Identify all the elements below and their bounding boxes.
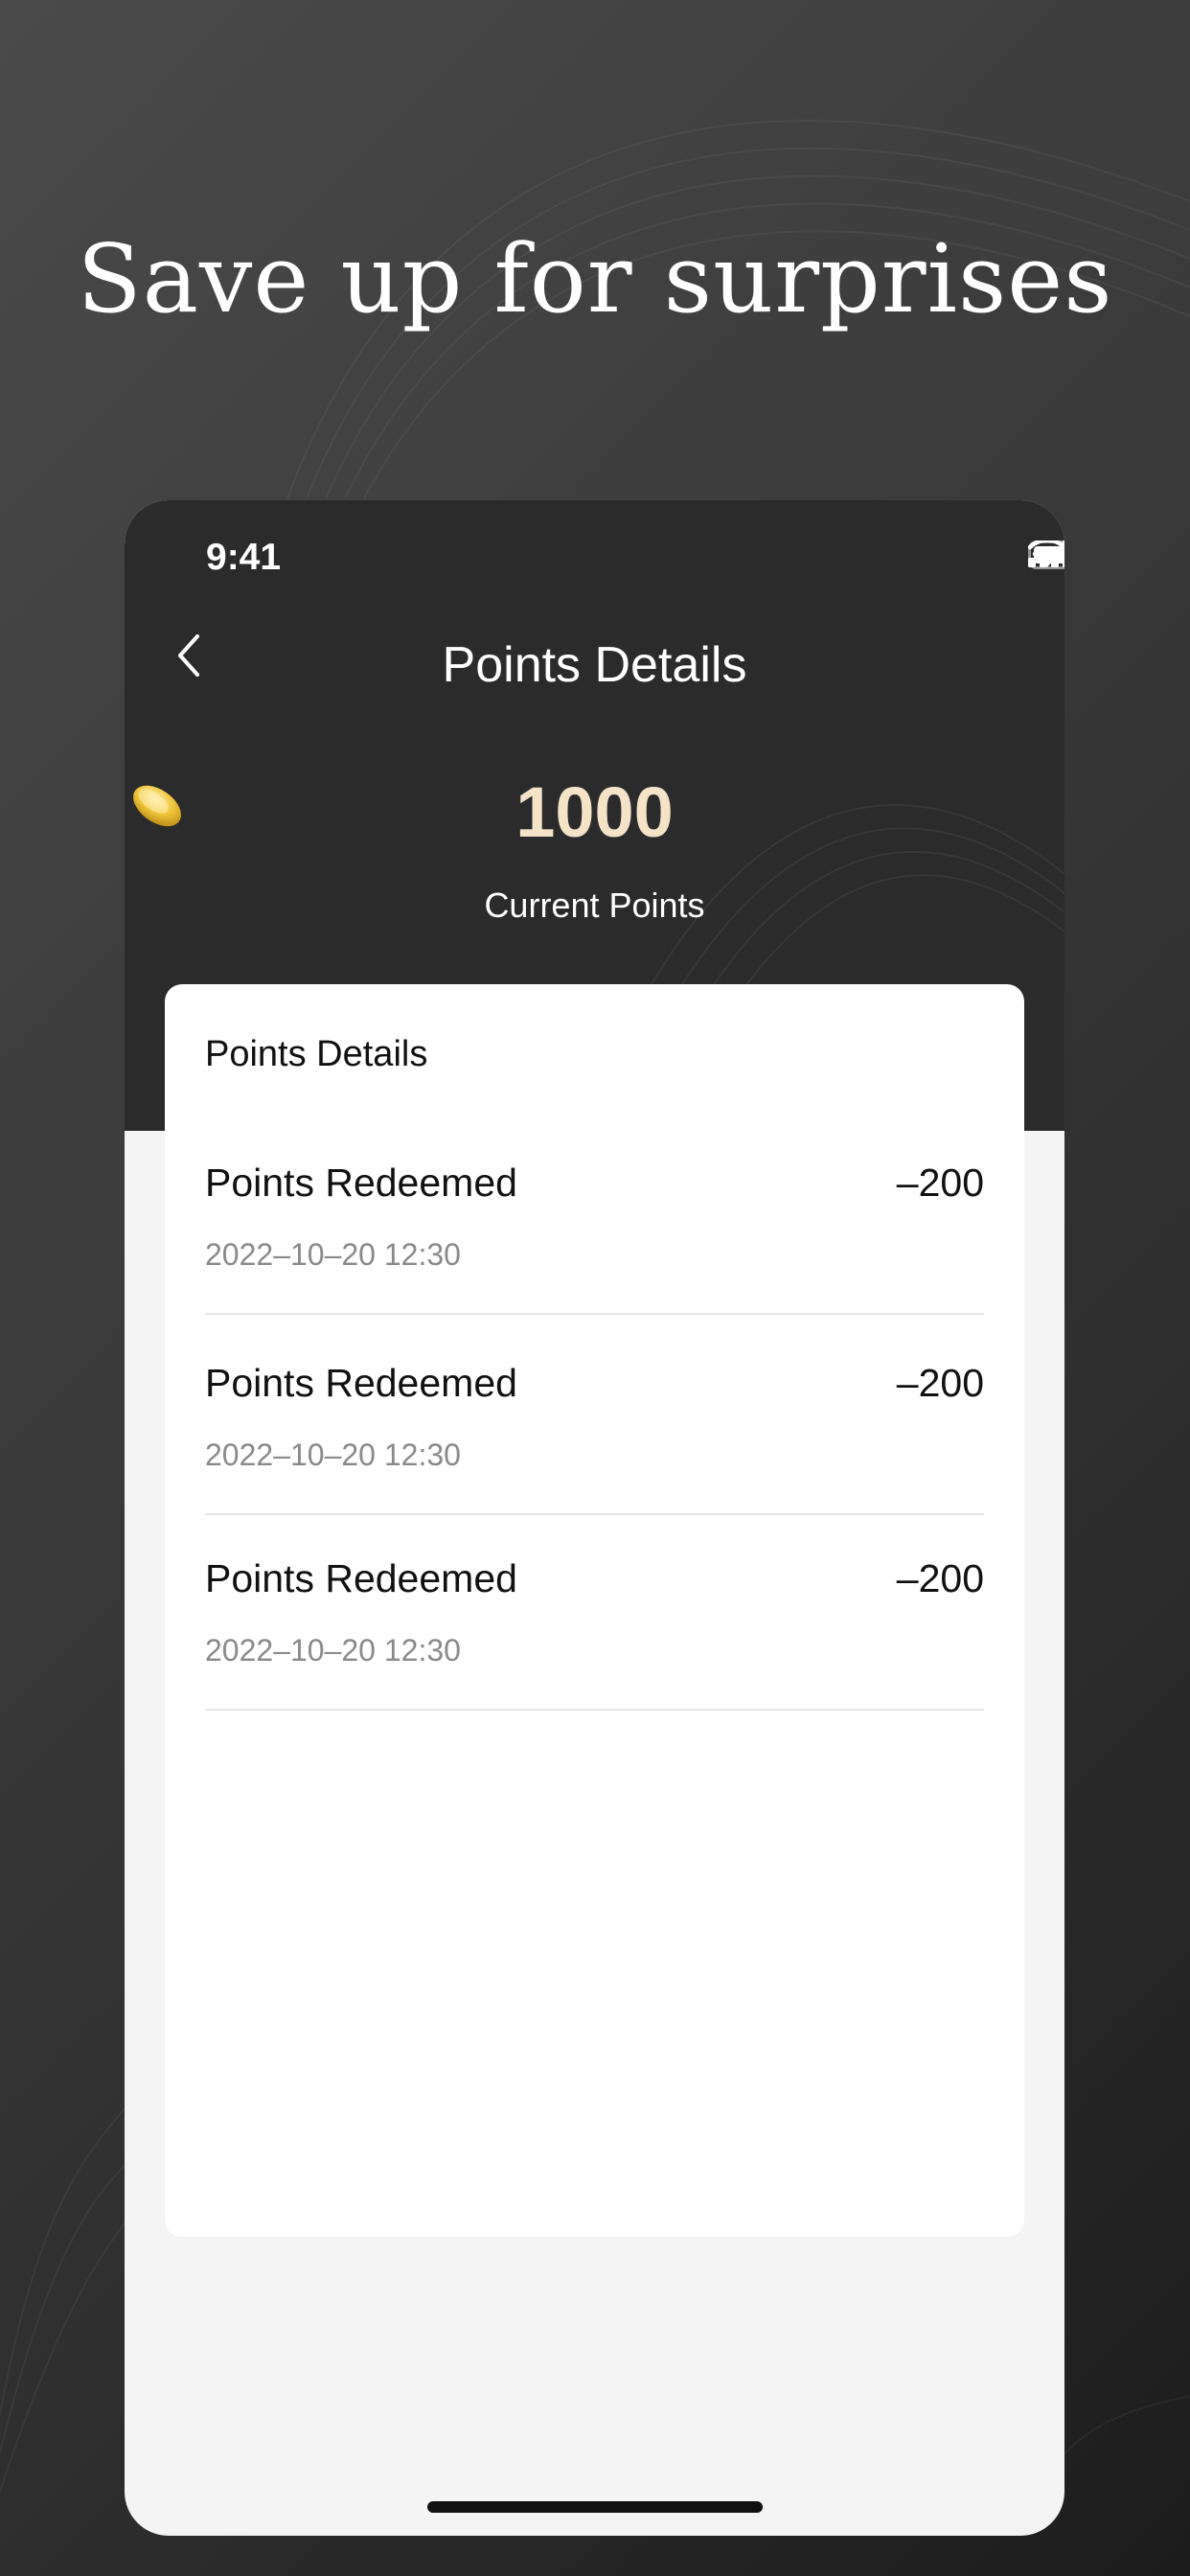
points-value: 1000: [515, 772, 674, 852]
list-item[interactable]: Points Redeemed –200 2022–10–20 12:30: [205, 1514, 984, 1711]
card-title: Points Details: [205, 1034, 428, 1074]
record-amount: –200: [896, 1361, 984, 1405]
record-time: 2022–10–20 12:30: [205, 1633, 461, 1668]
list-item[interactable]: Points Redeemed –200 2022–10–20 12:30: [205, 1118, 984, 1315]
battery-icon: [1028, 540, 1064, 569]
record-name: Points Redeemed: [205, 1161, 517, 1205]
points-details-card: Points Details Points Redeemed –200 2022…: [165, 984, 1024, 2237]
record-amount: –200: [896, 1161, 984, 1205]
record-amount: –200: [896, 1556, 984, 1600]
points-summary: 1000: [125, 771, 1064, 853]
page-title: Points Details: [442, 637, 747, 693]
record-name: Points Redeemed: [205, 1361, 517, 1405]
record-time: 2022–10–20 12:30: [205, 1237, 461, 1272]
status-time: 9:41: [206, 537, 282, 578]
list-item[interactable]: Points Redeemed –200 2022–10–20 12:30: [205, 1319, 984, 1515]
phone-screen: 9:41 Points Details 1000 Current Points …: [125, 500, 1064, 2536]
home-indicator[interactable]: [427, 2501, 763, 2513]
record-name: Points Redeemed: [205, 1556, 517, 1600]
coin-icon: [133, 785, 181, 827]
record-time: 2022–10–20 12:30: [205, 1438, 461, 1472]
headline: Save up for surprises: [77, 225, 1113, 334]
points-label: Current Points: [484, 886, 705, 925]
